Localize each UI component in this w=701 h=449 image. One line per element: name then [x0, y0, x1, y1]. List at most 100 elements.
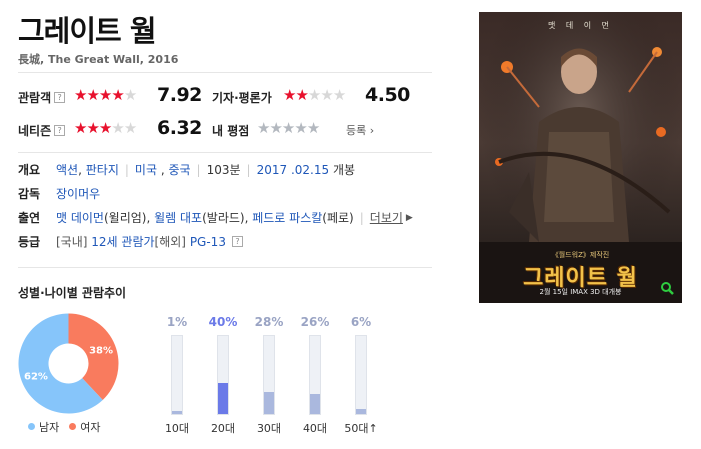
genre-link[interactable]: 판타지	[86, 161, 119, 178]
zoom-icon[interactable]	[660, 281, 674, 295]
domestic-grade-link[interactable]: 12세 관람가	[91, 233, 154, 250]
star-icon: ★	[74, 86, 87, 104]
country-link[interactable]: 중국	[168, 161, 190, 178]
star-icon: ★	[332, 86, 346, 104]
divider	[18, 152, 432, 153]
age-bar-fill	[218, 383, 228, 414]
audience-trend-title: 성별·나이별 관람추이	[18, 286, 127, 300]
star-icon: ★	[320, 86, 333, 104]
star-icon: ★	[111, 86, 124, 104]
director-link[interactable]: 장이머우	[56, 185, 100, 202]
critic-stars: ★ ★ ★ ★ ★	[283, 86, 346, 104]
star-icon: ★	[283, 86, 296, 104]
separator: |	[246, 162, 251, 177]
my-rating-label: 내 평점	[212, 122, 249, 139]
poster-pre-title: 《월드워Z》제작진	[551, 251, 610, 259]
poster-date-text: 2월 15일 IMAX 3D 대개봉	[539, 288, 622, 296]
overseas-prefix: [해외]	[154, 235, 186, 249]
register-rating-link[interactable]: 등록 ›	[346, 122, 374, 138]
age-bar-label: 30대	[256, 422, 282, 435]
genre-link[interactable]: 액션	[56, 161, 78, 178]
help-icon[interactable]: ?	[54, 125, 66, 136]
gender-pie-svg: 38% 62%	[18, 313, 119, 414]
release-date-link[interactable]: 2017 .02.15	[257, 163, 330, 177]
age-bar-track	[309, 335, 321, 415]
star-icon[interactable]: ★	[269, 119, 282, 137]
audience-label-text: 관람객	[18, 91, 52, 105]
star-icon: ★	[98, 119, 112, 137]
country-link[interactable]: 미국	[135, 161, 157, 178]
overseas-grade-link[interactable]: PG-13	[190, 235, 226, 249]
pie-label: 38%	[89, 346, 113, 357]
age-bar-percent: 28%	[254, 315, 284, 329]
release-suffix: 개봉	[332, 163, 356, 177]
movie-subtitle: 長城, The Great Wall, 2016	[18, 53, 179, 66]
age-bar-track	[217, 335, 229, 415]
triangle-right-icon: ▶	[405, 212, 413, 223]
star-icon: ★	[86, 119, 99, 137]
netizen-stars: ★ ★ ★ ★ ★	[74, 119, 137, 137]
star-icon: ★	[123, 119, 137, 137]
critic-label-text: 기자·평론가	[212, 91, 272, 105]
legend-label: 남자	[39, 421, 60, 434]
age-bar-fill	[264, 392, 274, 414]
movie-title: 그레이트 월	[18, 14, 156, 48]
actor-link[interactable]: 윌렘 대포	[154, 209, 202, 226]
actor-link[interactable]: 맷 데이먼	[56, 209, 104, 226]
age-bar-track	[263, 335, 275, 415]
help-icon[interactable]: ?	[231, 236, 243, 247]
age-bar-fill	[356, 409, 366, 414]
director-label: 감독	[18, 187, 41, 201]
netizen-label-text: 네티즌	[18, 124, 52, 138]
movie-poster[interactable]: 맷 데 이 먼 《월드워Z》제작진 그레이트 월 2월 15일 IMAX 3D …	[479, 12, 682, 303]
poster-top-text: 맷 데 이 먼	[547, 21, 614, 30]
actor-link[interactable]: 페드로 파스칼	[252, 209, 322, 226]
audience-stars: ★ ★ ★ ★ ★	[74, 86, 137, 104]
divider	[18, 72, 432, 73]
critic-score: 4.50	[365, 84, 410, 106]
age-bar-label: 10대	[164, 422, 190, 435]
domestic-prefix: [국내]	[56, 235, 88, 249]
star-icon[interactable]: ★	[282, 119, 295, 137]
overview-row: 액션, 판타지 | 미국 , 중국 | 103분 | 2017 .02.15 개…	[56, 161, 356, 178]
director-row: 장이머우	[56, 185, 100, 202]
actor-role: (윌리엄)	[103, 211, 147, 225]
star-icon: ★	[74, 119, 87, 137]
age-bar-percent: 40%	[208, 315, 238, 329]
star-icon: ★	[123, 86, 137, 104]
grade-label: 등급	[18, 235, 41, 249]
netizen-rating-label: 네티즌 ?	[18, 122, 66, 139]
pie-label: 62%	[24, 371, 48, 382]
star-icon[interactable]: ★	[307, 119, 320, 137]
gender-legend: 남자 여자	[28, 419, 101, 435]
audience-score: 7.92	[157, 84, 202, 106]
register-label: 등록	[346, 124, 367, 137]
cast-label: 출연	[18, 211, 41, 225]
age-bar-fill	[310, 394, 320, 414]
legend-male: 남자	[28, 419, 59, 435]
star-icon[interactable]: ★	[257, 119, 270, 137]
runtime: 103분	[206, 163, 241, 177]
more-cast-link[interactable]: 더보기	[370, 209, 403, 226]
chevron-right-icon: ›	[369, 124, 375, 137]
audience-rating-label: 관람객 ?	[18, 89, 66, 106]
star-icon: ★	[98, 86, 112, 104]
my-rating-text: 내 평점	[212, 124, 250, 138]
gender-pie-chart: 38% 62%	[18, 313, 119, 414]
grade-row: [국내] 12세 관람가 [해외] PG-13 ?	[56, 233, 243, 250]
star-icon[interactable]: ★	[294, 119, 307, 137]
legend-dot	[69, 423, 77, 430]
separator: |	[359, 210, 364, 225]
help-icon[interactable]: ?	[54, 92, 66, 103]
age-bar-percent: 6%	[350, 315, 372, 329]
star-icon: ★	[307, 86, 321, 104]
age-bar-track	[355, 335, 367, 415]
my-rating-stars[interactable]: ★ ★ ★ ★ ★	[257, 119, 320, 137]
legend-female: 여자	[69, 419, 101, 435]
age-bar-track	[171, 335, 183, 415]
critic-rating-label: 기자·평론가	[212, 89, 272, 106]
age-bar-fill	[172, 411, 182, 414]
star-icon: ★	[86, 86, 99, 104]
star-icon: ★	[295, 86, 308, 104]
netizen-score: 6.32	[157, 117, 202, 139]
